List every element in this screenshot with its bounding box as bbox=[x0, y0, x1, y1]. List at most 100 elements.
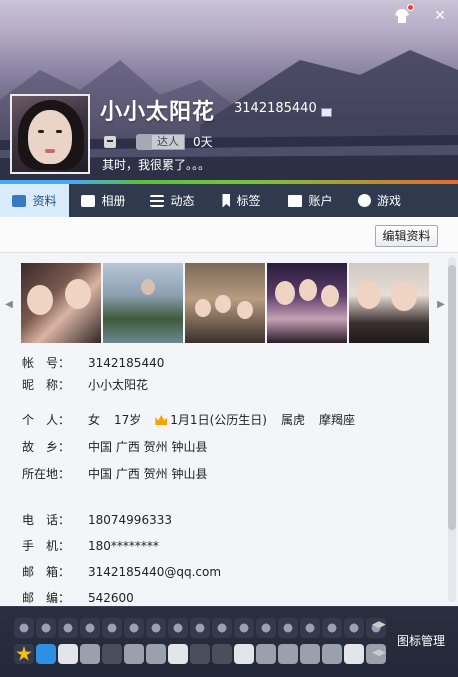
daren-badge-label: 达人 bbox=[152, 133, 185, 150]
level-icon[interactable] bbox=[58, 618, 78, 638]
edit-profile-button[interactable]: 编辑资料 bbox=[375, 225, 438, 247]
tab-label: 标签 bbox=[236, 194, 261, 208]
tab-games[interactable]: 游戏 bbox=[345, 184, 414, 217]
tray-page-arrows-icon[interactable]: ◀▶ bbox=[372, 648, 386, 658]
daren-badge[interactable]: 达人 bbox=[136, 133, 185, 150]
signature-text[interactable]: 其时，我很累了。。。 bbox=[102, 156, 210, 173]
diamond-icon[interactable] bbox=[278, 618, 298, 638]
tag-icon[interactable] bbox=[300, 644, 320, 664]
level-icon[interactable] bbox=[146, 618, 166, 638]
personal-label: 个 人： bbox=[22, 413, 71, 427]
qq-penguin-icon[interactable] bbox=[58, 644, 78, 664]
photo-thumbnail[interactable] bbox=[103, 263, 183, 343]
tab-label: 动态 bbox=[170, 194, 195, 208]
icon-manage-link[interactable]: 图标管理 bbox=[397, 632, 445, 649]
nickname-row: 昵 称： 小小太阳花 bbox=[22, 377, 148, 393]
robot-icon[interactable] bbox=[104, 135, 116, 148]
shield-icon[interactable] bbox=[124, 644, 144, 664]
hometown-label: 故 乡： bbox=[22, 440, 71, 454]
photo-thumbnail[interactable] bbox=[185, 263, 265, 343]
mobile-row: 手 机： 180******** bbox=[22, 538, 159, 554]
skin-icon[interactable] bbox=[394, 4, 414, 24]
tab-label: 账户 bbox=[308, 194, 333, 208]
nickname-label: 昵 称： bbox=[22, 378, 71, 392]
account-row: 帐 号： 3142185440 bbox=[22, 355, 164, 371]
tab-label: 游戏 bbox=[376, 194, 401, 208]
pet-icon[interactable] bbox=[168, 644, 188, 664]
guard-icon[interactable] bbox=[278, 644, 298, 664]
phone-value: 18074996333 bbox=[88, 513, 172, 527]
photo-thumbnail[interactable] bbox=[267, 263, 347, 343]
mobile-value: 180******** bbox=[88, 539, 159, 553]
diamond-icon[interactable] bbox=[234, 618, 254, 638]
qq-number: 3142185440 bbox=[234, 101, 317, 116]
tab-feed[interactable]: 动态 bbox=[138, 184, 207, 217]
game-hall-icon[interactable] bbox=[190, 644, 210, 664]
tray-page-arrows-icon[interactable]: ◀▶ bbox=[372, 620, 386, 630]
photo-thumbnail[interactable] bbox=[21, 263, 101, 343]
feed-list-icon bbox=[150, 194, 165, 207]
diamond-icon[interactable] bbox=[300, 618, 320, 638]
daren-icon bbox=[136, 133, 152, 150]
level-icon[interactable] bbox=[102, 618, 122, 638]
photo-strip: ◀ ▶ bbox=[0, 263, 448, 343]
hometown-row: 故 乡： 中国 广西 贺州 钟山县 bbox=[22, 439, 207, 455]
zip-value: 542600 bbox=[88, 591, 134, 605]
personal-row: 个 人： 女 17岁 1月1日(公历生日) 属虎 摩羯座 bbox=[22, 412, 355, 428]
box-icon[interactable] bbox=[212, 644, 232, 664]
night-icon[interactable] bbox=[234, 644, 254, 664]
music-icon[interactable] bbox=[146, 644, 166, 664]
birthday-field: 1月1日(公历生日) bbox=[155, 412, 267, 428]
diamond-icon[interactable] bbox=[256, 618, 276, 638]
level-icon[interactable] bbox=[124, 618, 144, 638]
mobile-label: 手 机： bbox=[22, 539, 71, 553]
bookmark-icon bbox=[222, 193, 231, 208]
constellation-value: 摩羯座 bbox=[318, 413, 355, 427]
location-label: 所在地： bbox=[22, 467, 71, 481]
tab-album[interactable]: 相册 bbox=[69, 184, 138, 217]
tab-tags[interactable]: 标签 bbox=[207, 184, 276, 217]
tab-profile[interactable]: 资料 bbox=[0, 184, 69, 217]
email-value: 3142185440@qq.com bbox=[88, 565, 222, 579]
vip-icon[interactable] bbox=[102, 644, 122, 664]
close-icon[interactable]: ✕ bbox=[432, 8, 448, 24]
level-icon[interactable] bbox=[14, 618, 34, 638]
tab-account[interactable]: 账户 bbox=[276, 184, 345, 217]
diamond-icon[interactable] bbox=[190, 618, 210, 638]
photo-thumbnail[interactable] bbox=[349, 263, 429, 343]
level-icon[interactable] bbox=[80, 618, 100, 638]
tray-row-top bbox=[14, 617, 386, 639]
photo-next-icon[interactable]: ▶ bbox=[436, 299, 446, 310]
tab-bar: 资料 相册 动态 标签 账户 游戏 bbox=[0, 184, 458, 217]
avatar[interactable] bbox=[10, 94, 90, 174]
diamond-icon[interactable] bbox=[322, 618, 342, 638]
phone-label: 电 话： bbox=[22, 513, 71, 527]
diamond-icon[interactable] bbox=[212, 618, 232, 638]
email-label: 邮 箱： bbox=[22, 565, 71, 579]
age-value: 17岁 bbox=[114, 413, 142, 427]
star-icon[interactable] bbox=[14, 644, 34, 664]
vertical-scrollbar[interactable] bbox=[448, 257, 456, 602]
daren-days: 0天 bbox=[193, 135, 213, 149]
profile-card-icon bbox=[12, 194, 27, 207]
camera-icon[interactable] bbox=[36, 644, 56, 664]
level-icon[interactable] bbox=[36, 618, 56, 638]
profile-content: 编辑资料 ◀ ▶ 帐 号： 3142185440 昵 称： 小小太阳花 个 人：… bbox=[0, 217, 458, 606]
scrollbar-thumb[interactable] bbox=[448, 265, 456, 530]
account-label: 帐 号： bbox=[22, 356, 71, 370]
app-icon[interactable] bbox=[80, 644, 100, 664]
moon-icon[interactable] bbox=[256, 644, 276, 664]
location-row: 所在地： 中国 广西 贺州 钟山县 bbox=[22, 466, 207, 482]
nickname-title: 小小太阳花 bbox=[100, 100, 216, 125]
diamond-icon[interactable] bbox=[344, 618, 364, 638]
tab-label: 资料 bbox=[32, 194, 57, 208]
profile-header: ✕ 小小太阳花 3142185440 达人 0天 其时，我很累了。。。 bbox=[0, 0, 458, 184]
mail-icon[interactable] bbox=[344, 644, 364, 664]
diamond-icon[interactable] bbox=[168, 618, 188, 638]
account-value: 3142185440 bbox=[88, 356, 165, 370]
email-row: 邮 箱： 3142185440@qq.com bbox=[22, 564, 221, 580]
zodiac-value: 属虎 bbox=[280, 413, 305, 427]
business-card-icon[interactable] bbox=[321, 108, 332, 117]
photo-prev-icon[interactable]: ◀ bbox=[4, 299, 14, 310]
notes-icon[interactable] bbox=[322, 644, 342, 664]
